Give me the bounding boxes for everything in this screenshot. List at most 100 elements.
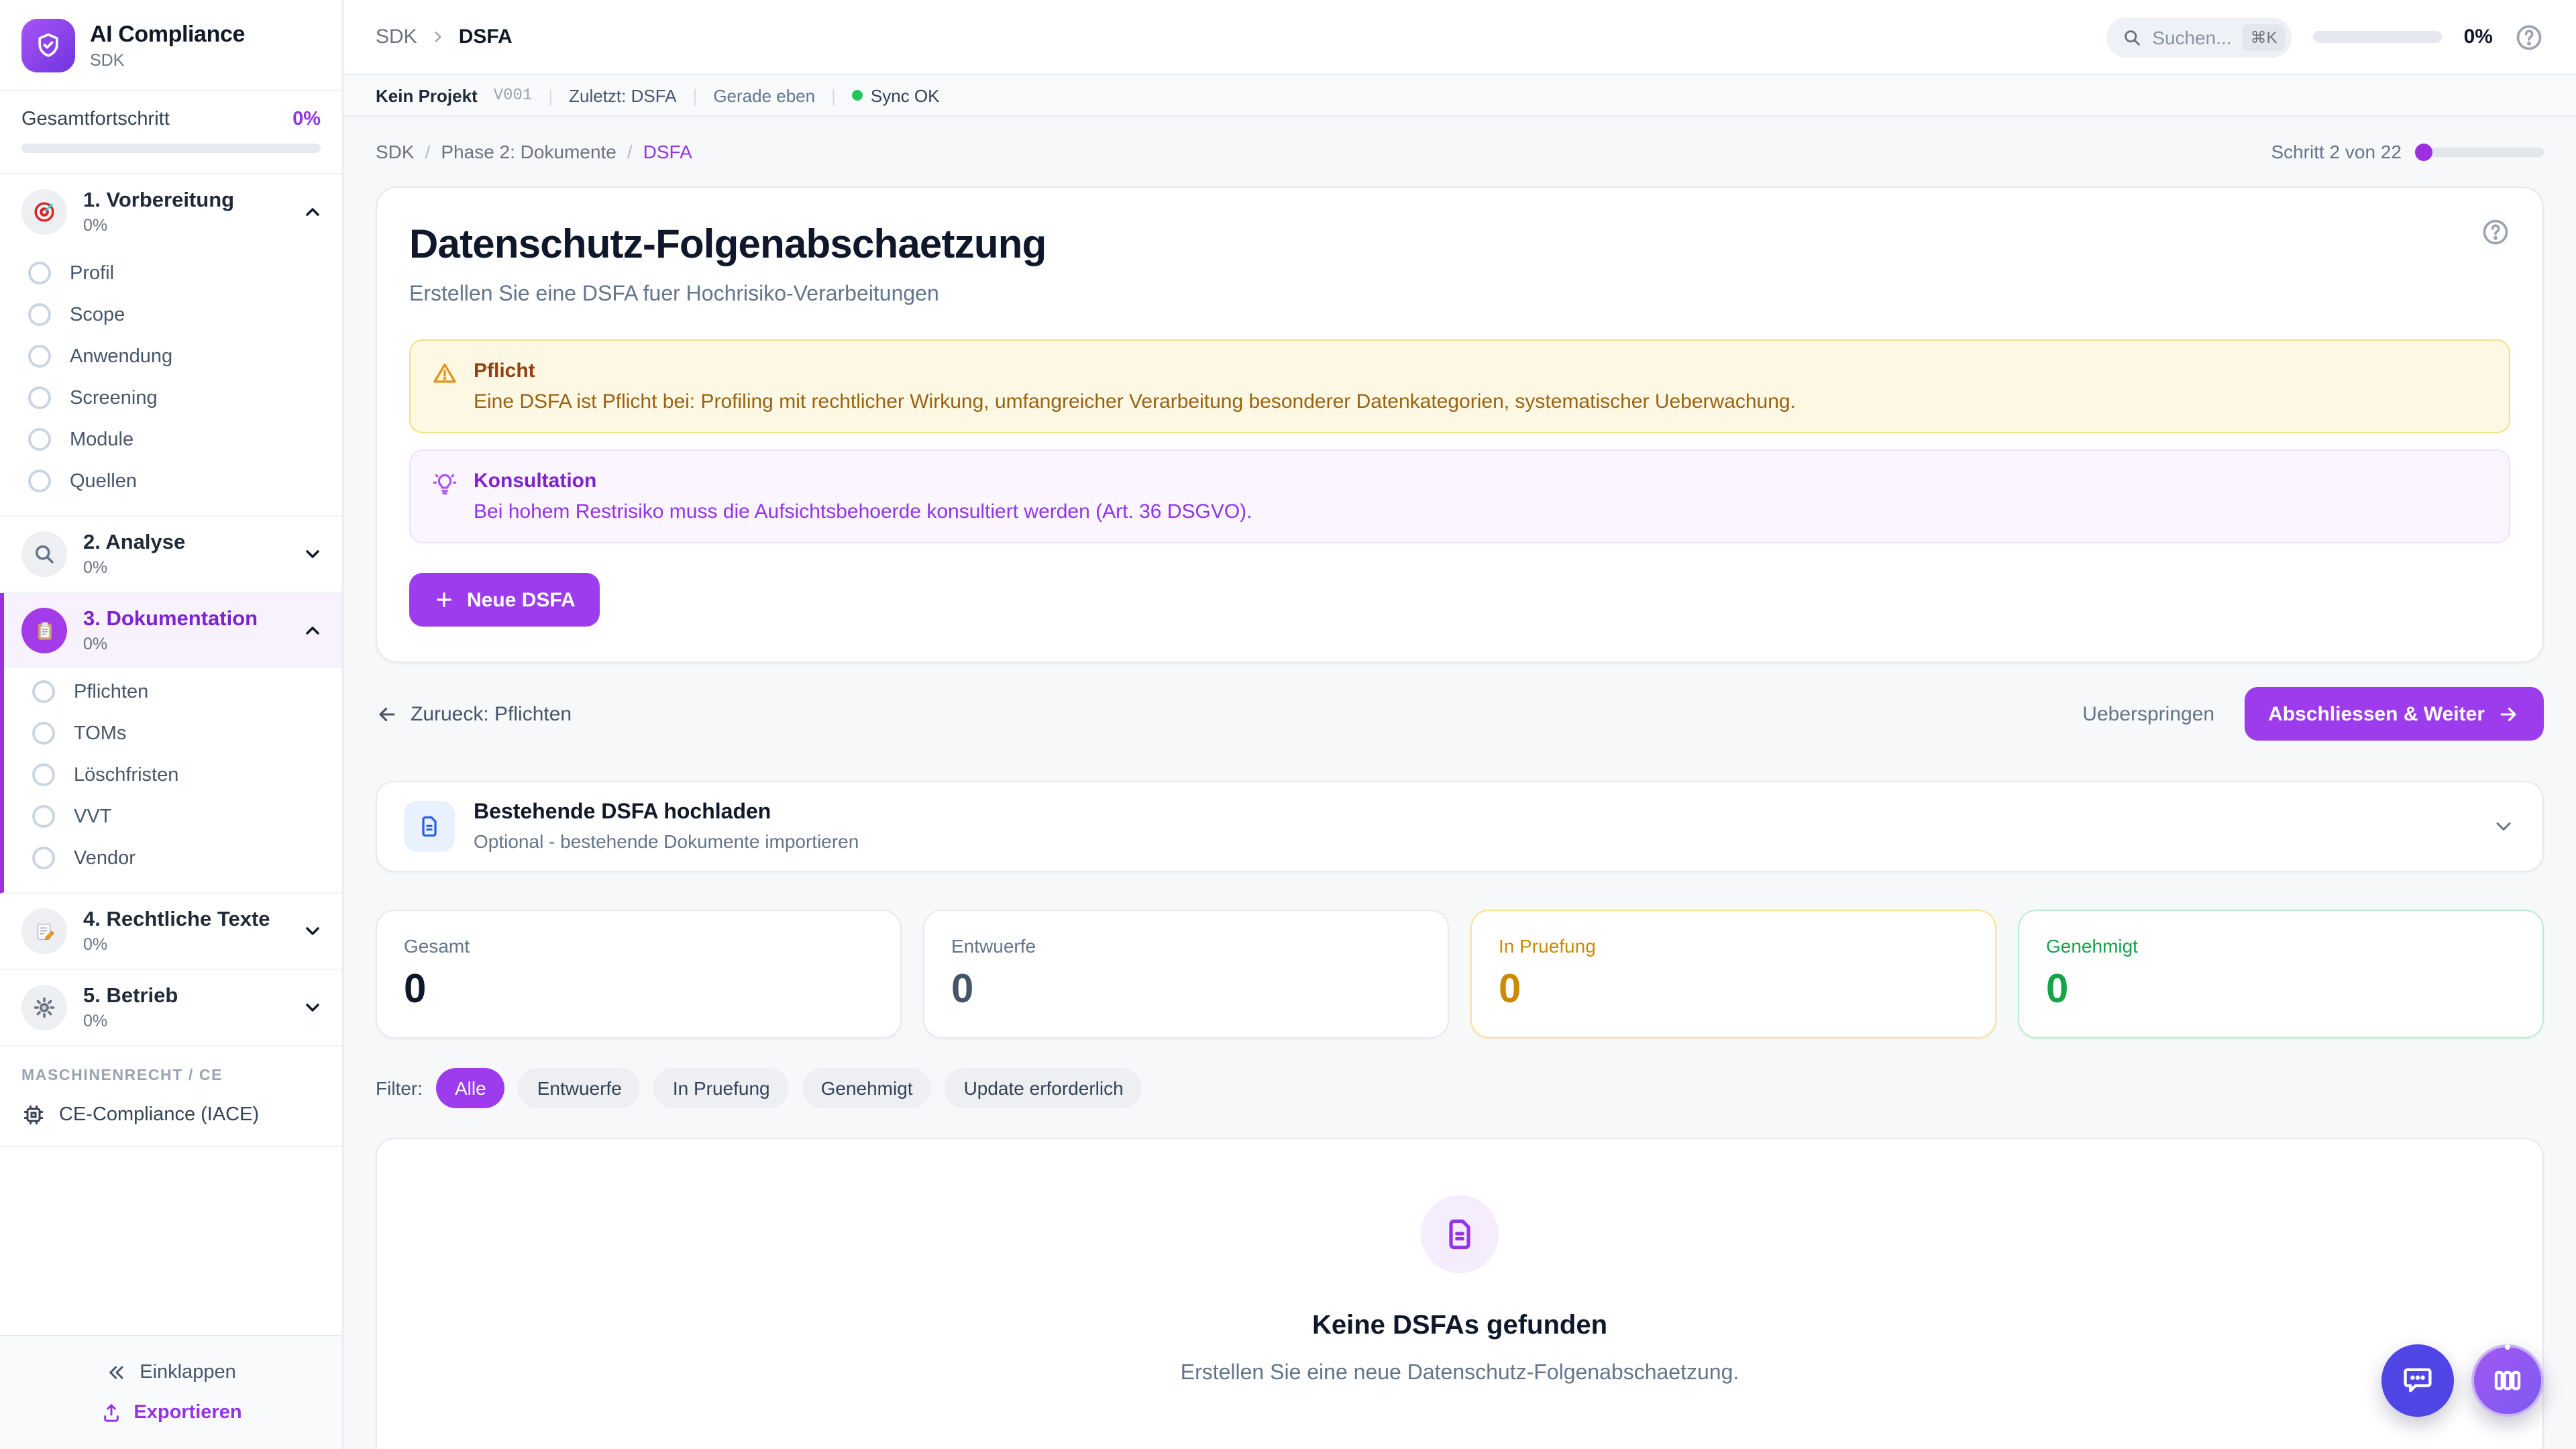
chevron-down-icon: [302, 997, 323, 1018]
header-progress-value: 0%: [2464, 25, 2493, 48]
help-icon[interactable]: [2514, 22, 2544, 52]
app-window: AI Compliance SDK Gesamtfortschritt 0% 1…: [0, 0, 2576, 1449]
breadcrumb-sdk[interactable]: SDK: [376, 141, 415, 162]
sync-ok-dot-icon: [852, 90, 863, 101]
new-dsfa-button[interactable]: Neue DSFA: [409, 573, 600, 627]
arrow-left-icon: [376, 702, 398, 725]
sidebar-group-label: MASCHINENRECHT / CE: [0, 1046, 342, 1095]
sidebar-section-rechtliche-texte: 4. Rechtliche Texte 0%: [0, 894, 342, 970]
topbar-right: Suchen... ⌘K 0%: [2106, 17, 2544, 57]
sidebar-item-profil[interactable]: Profil: [0, 252, 342, 294]
app-logo-row: AI Compliance SDK: [0, 0, 342, 91]
kanban-fab-button[interactable]: [2471, 1344, 2544, 1417]
skip-button[interactable]: Ueberspringen: [2082, 702, 2214, 725]
section-percent: 0%: [83, 935, 270, 954]
sidebar-item-vvt[interactable]: VVT: [4, 796, 342, 837]
sidebar-item-ce-compliance[interactable]: CE-Compliance (IACE): [0, 1095, 342, 1147]
stat-label: Gesamt: [404, 935, 873, 957]
breadcrumb-phase[interactable]: Phase 2: Dokumente: [441, 141, 616, 162]
sidebar-section-header-betrieb[interactable]: 5. Betrieb 0%: [0, 970, 342, 1045]
empty-state-subtitle: Erstellen Sie eine neue Datenschutz-Folg…: [1181, 1362, 1739, 1386]
chevron-down-icon: [302, 920, 323, 942]
filter-chip-entwuerfe[interactable]: Entwuerfe: [519, 1068, 641, 1108]
mandatory-alert: Pflicht Eine DSFA ist Pflicht bei: Profi…: [409, 339, 2510, 433]
sidebar-item-anwendung[interactable]: Anwendung: [0, 335, 342, 377]
sidebar-item-vendor[interactable]: Vendor: [4, 837, 342, 879]
target-icon: [21, 189, 67, 235]
section-percent: 0%: [83, 216, 234, 235]
sidebar-item-toms[interactable]: TOMs: [4, 712, 342, 754]
sidebar-section-betrieb: 5. Betrieb 0%: [0, 970, 342, 1046]
step-circle-icon: [28, 428, 51, 451]
filter-chip-update-erforderlich[interactable]: Update erforderlich: [945, 1068, 1142, 1108]
project-name: Kein Projekt: [376, 85, 478, 105]
sidebar-item-pflichten[interactable]: Pflichten: [4, 671, 342, 712]
breadcrumb: SDK / Phase 2: Dokumente / DSFA: [376, 141, 692, 162]
shield-logo-icon: [21, 19, 75, 72]
sidebar-section-header-dokumentation[interactable]: 3. Dokumentation 0%: [4, 593, 342, 668]
app-subtitle: SDK: [90, 51, 245, 70]
sync-status: Sync OK: [852, 85, 940, 105]
document-icon: [404, 801, 455, 852]
overall-progress-value: 0%: [292, 109, 321, 130]
wizard-nav-row: Zurueck: Pflichten Ueberspringen Abschli…: [376, 687, 2544, 741]
top-breadcrumb: SDK DSFA: [376, 25, 513, 48]
main-area: SDK DSFA Suchen... ⌘K 0%: [343, 0, 2576, 1449]
cpu-chip-icon: [21, 1103, 46, 1127]
step-circle-icon: [32, 680, 55, 703]
step-circle-icon: [28, 470, 51, 492]
section-label: 5. Betrieb: [83, 985, 178, 1009]
sidebar-item-module[interactable]: Module: [0, 419, 342, 460]
search-icon: [2123, 28, 2141, 46]
breadcrumb-dsfa: DSFA: [643, 141, 692, 162]
sidebar: AI Compliance SDK Gesamtfortschritt 0% 1…: [0, 0, 343, 1449]
section-label: 1. Vorbereitung: [83, 189, 234, 213]
sidebar-item-loeschfristen[interactable]: Löschfristen: [4, 754, 342, 796]
stat-label: In Pruefung: [1499, 935, 1968, 957]
sidebar-section-dokumentation: 3. Dokumentation 0% Pflichten TOMs Lösch…: [0, 593, 342, 894]
chevron-right-icon: [429, 28, 447, 46]
breadcrumb-root[interactable]: SDK: [376, 25, 417, 48]
collapse-sidebar-button[interactable]: Einklappen: [0, 1352, 342, 1393]
double-chevron-left-icon: [106, 1362, 127, 1383]
sidebar-item-scope[interactable]: Scope: [0, 294, 342, 335]
status-bar: Kein Projekt V001 | Zuletzt: DSFA | Gera…: [343, 75, 2576, 117]
export-button[interactable]: Exportieren: [0, 1393, 342, 1433]
sidebar-footer: Einklappen Exportieren: [0, 1335, 342, 1449]
help-icon[interactable]: [2481, 217, 2510, 247]
finish-next-button[interactable]: Abschliessen & Weiter: [2244, 687, 2544, 741]
empty-state: Keine DSFAs gefunden Erstellen Sie eine …: [376, 1138, 2544, 1449]
chat-bubble-icon: [2400, 1363, 2435, 1398]
page-breadcrumb-row: SDK / Phase 2: Dokumente / DSFA Schritt …: [376, 141, 2544, 162]
document-icon: [1421, 1195, 1499, 1273]
sidebar-section-header-analyse[interactable]: 2. Analyse 0%: [0, 517, 342, 592]
header-progress-bar: [2314, 31, 2443, 43]
chevron-down-icon[interactable]: [2491, 814, 2516, 839]
lightbulb-icon: [432, 471, 458, 523]
chat-fab-button[interactable]: [2381, 1344, 2454, 1417]
gear-icon: [21, 985, 67, 1030]
stat-card-entwuerfe: Entwuerfe 0: [923, 910, 1449, 1038]
back-link[interactable]: Zurueck: Pflichten: [376, 702, 572, 725]
filter-chip-in-pruefung[interactable]: In Pruefung: [654, 1068, 789, 1108]
app-title: AI Compliance: [90, 21, 245, 48]
section-percent: 0%: [83, 558, 185, 577]
filter-chip-alle[interactable]: Alle: [436, 1068, 505, 1108]
alert-body: Eine DSFA ist Pflicht bei: Profiling mit…: [474, 390, 1796, 413]
filter-chip-genehmigt[interactable]: Genehmigt: [802, 1068, 932, 1108]
search-input[interactable]: Suchen... ⌘K: [2106, 17, 2292, 57]
stat-value: 0: [951, 967, 1421, 1013]
alert-title: Pflicht: [474, 360, 1796, 382]
chevron-down-icon: [302, 543, 323, 565]
sidebar-item-quellen[interactable]: Quellen: [0, 460, 342, 502]
last-visited: Zuletzt: DSFA: [569, 85, 676, 105]
chevron-up-icon: [302, 201, 323, 223]
sidebar-section-header-rechtliche-texte[interactable]: 4. Rechtliche Texte 0%: [0, 894, 342, 969]
sidebar-section-header-vorbereitung[interactable]: 1. Vorbereitung 0%: [0, 174, 342, 250]
filter-row: Filter: Alle Entwuerfe In Pruefung Geneh…: [376, 1068, 2544, 1108]
arrow-right-icon: [2497, 702, 2520, 725]
step-circle-icon: [28, 303, 51, 326]
step-circle-icon: [32, 805, 55, 828]
upload-existing-dsfa-accordion[interactable]: Bestehende DSFA hochladen Optional - bes…: [376, 781, 2544, 872]
sidebar-item-screening[interactable]: Screening: [0, 377, 342, 419]
